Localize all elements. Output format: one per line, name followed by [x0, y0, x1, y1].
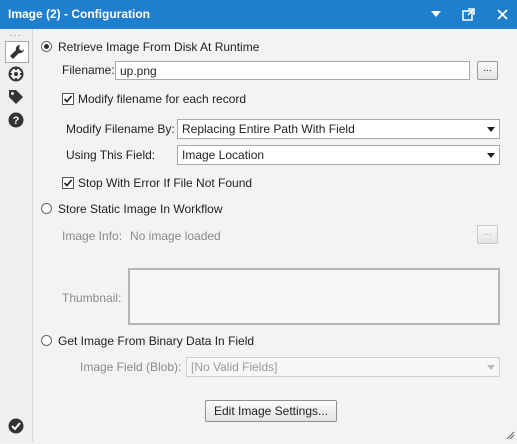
static-radio[interactable]: [41, 203, 52, 214]
modify-filename-checkbox[interactable]: [62, 93, 74, 105]
using-field-value: Image Location: [182, 148, 265, 162]
stop-error-label: Stop With Error If File Not Found: [78, 176, 253, 190]
modify-by-value: Replacing Entire Path With Field: [182, 122, 355, 136]
stop-error-checkbox[interactable]: [62, 177, 74, 189]
checkmark-icon: [5, 416, 27, 436]
static-browse-button[interactable]: ...: [477, 225, 498, 244]
retrieve-label: Retrieve Image From Disk At Runtime: [58, 40, 260, 54]
retrieve-radio[interactable]: [41, 41, 52, 52]
modify-by-select[interactable]: Replacing Entire Path With Field: [177, 119, 500, 139]
thumbnail-preview: [128, 268, 500, 325]
static-label: Store Static Image In Workflow: [58, 202, 223, 216]
tag-icon[interactable]: [5, 87, 27, 107]
chevron-down-icon: [487, 365, 495, 370]
image-info-value: No image loaded: [130, 229, 221, 243]
thumbnail-label: Thumbnail:: [62, 291, 122, 305]
window-title: Image (2) - Configuration: [8, 7, 150, 21]
chevron-down-icon: [487, 153, 495, 158]
modify-by-label: Modify Filename By:: [66, 122, 175, 136]
image-info-label: Image Info:: [62, 229, 123, 243]
blob-field-value: [No Valid Fields]: [191, 360, 278, 374]
help-icon[interactable]: ?: [5, 110, 27, 130]
config-panel: Retrieve Image From Disk At Runtime File…: [33, 29, 517, 442]
connection-icon[interactable]: [5, 64, 27, 84]
blob-field-select[interactable]: [No Valid Fields]: [186, 357, 500, 377]
title-bar: Image (2) - Configuration: [0, 0, 517, 29]
chevron-down-icon[interactable]: [426, 4, 446, 24]
filename-browse-button[interactable]: ...: [477, 61, 498, 80]
binary-radio[interactable]: [41, 335, 52, 346]
chevron-down-icon: [487, 127, 495, 132]
using-field-label: Using This Field:: [66, 148, 156, 162]
wrench-icon[interactable]: [5, 41, 29, 63]
svg-text:?: ?: [13, 115, 20, 127]
edit-image-settings-button[interactable]: Edit Image Settings...: [205, 400, 337, 422]
modify-filename-label: Modify filename for each record: [78, 92, 247, 106]
filename-label: Filename:: [62, 63, 115, 77]
close-icon[interactable]: [492, 4, 512, 24]
using-field-select[interactable]: Image Location: [177, 145, 500, 165]
config-sidebar: ··· ?: [0, 29, 33, 442]
grip-icon: ···: [9, 30, 22, 41]
blob-field-label: Image Field (Blob):: [80, 360, 182, 374]
binary-label: Get Image From Binary Data In Field: [58, 334, 255, 348]
undock-icon[interactable]: [458, 4, 478, 24]
filename-input[interactable]: up.png: [115, 61, 470, 80]
